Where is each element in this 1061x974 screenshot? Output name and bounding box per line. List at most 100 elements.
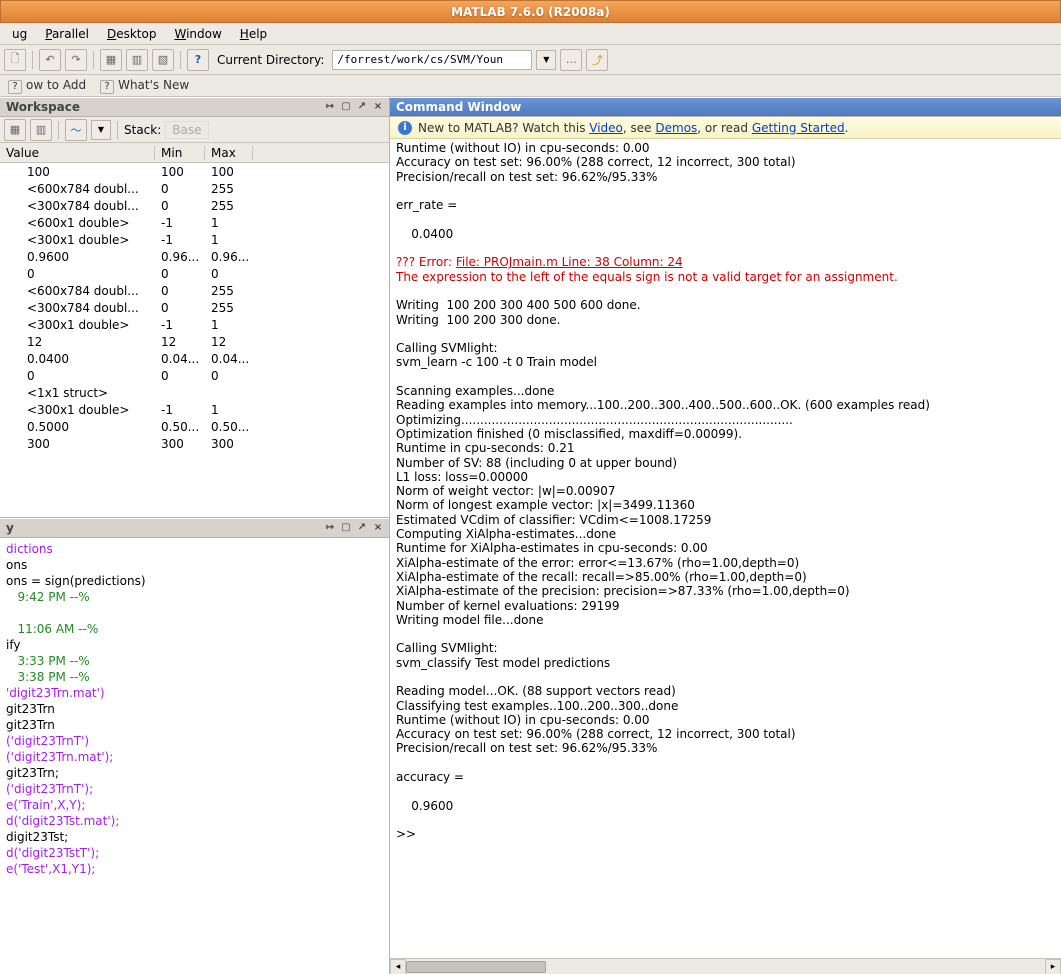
history-line[interactable]: 3:33 PM --% (6, 653, 389, 669)
table-row[interactable]: <300x784 doubl...0255 (0, 299, 389, 316)
getting-started-link[interactable]: Getting Started (752, 121, 845, 135)
horizontal-scrollbar[interactable]: ◂ ▸ (390, 958, 1061, 974)
table-row[interactable]: 300300300 (0, 435, 389, 452)
table-row[interactable]: 000 (0, 367, 389, 384)
workspace-toolbar: ▦ ▥ 〜 ▼ Stack: Base (0, 117, 389, 143)
history-line[interactable]: 'digit23Trn.mat') (6, 685, 389, 701)
table-row[interactable]: <300x1 double>-11 (0, 401, 389, 418)
panel-undock-icon[interactable]: ↦ (323, 521, 337, 535)
help-button[interactable]: ? (187, 49, 209, 71)
history-panel-title[interactable]: y ↦ ▢ ↗ × (0, 518, 389, 538)
history-line[interactable]: 3:38 PM --% (6, 669, 389, 685)
go-up-dir-button[interactable]: ⤴ (586, 49, 608, 71)
table-row[interactable]: <300x784 doubl...0255 (0, 197, 389, 214)
table-row[interactable]: 0.50000.50...0.50... (0, 418, 389, 435)
browse-dir-button[interactable]: … (560, 49, 582, 71)
menubar: ug Parallel Desktop Window Help (0, 23, 1061, 45)
history-line[interactable]: git23Trn; (6, 765, 389, 781)
history-line[interactable]: git23Trn (6, 701, 389, 717)
window-title: MATLAB 7.6.0 (R2008a) (451, 5, 610, 19)
panel-minimize-icon[interactable]: ▢ (339, 100, 353, 114)
new-file-button[interactable]: 🗋 (4, 49, 26, 71)
history-line[interactable]: 11:06 AM --% (6, 621, 389, 637)
history-line[interactable]: dictions (6, 541, 389, 557)
table-row[interactable]: <600x784 doubl...0255 (0, 282, 389, 299)
history-line[interactable] (6, 605, 389, 621)
error-link[interactable]: File: PROJmain.m Line: 38 Column: 24 (456, 255, 683, 269)
history-line[interactable]: 9:42 PM --% (6, 589, 389, 605)
menu-window[interactable]: Window (166, 25, 229, 43)
panel-undock-icon[interactable]: ↦ (323, 100, 337, 114)
table-row[interactable]: 100100100 (0, 163, 389, 180)
plot-button[interactable]: 〜 (65, 119, 87, 141)
main-toolbar: 🗋 ↶ ↷ ▦ ▥ ▧ ? Current Directory: ▼ … ⤴ (0, 45, 1061, 75)
col-max[interactable]: Max (205, 146, 253, 160)
table-row[interactable]: 121212 (0, 333, 389, 350)
info-icon: i (398, 121, 412, 135)
command-history-panel: y ↦ ▢ ↗ × dictionsonsons = sign(predicti… (0, 517, 389, 974)
history-line[interactable]: d('digit23TstT'); (6, 845, 389, 861)
shortcuts-bar: ?ow to Add ?What's New (0, 75, 1061, 97)
history-line[interactable]: ('digit23Trn.mat'); (6, 749, 389, 765)
workspace-table[interactable]: Value Min Max 100100100<600x784 doubl...… (0, 143, 389, 517)
plot-dropdown[interactable]: ▼ (91, 120, 111, 140)
command-window-body[interactable]: Runtime (without IO) in cpu-seconds: 0.0… (390, 139, 1061, 958)
undo-button[interactable]: ↶ (39, 49, 61, 71)
scroll-left-arrow[interactable]: ◂ (390, 959, 406, 974)
stack-value[interactable]: Base (165, 121, 208, 139)
table-row[interactable]: <600x784 doubl...0255 (0, 180, 389, 197)
command-window-title[interactable]: Command Window (390, 97, 1061, 117)
table-row[interactable]: <1x1 struct> (0, 384, 389, 401)
scroll-right-arrow[interactable]: ▸ (1045, 959, 1061, 974)
history-line[interactable]: e('Test',X1,Y1); (6, 861, 389, 877)
history-line[interactable]: ify (6, 637, 389, 653)
stack-label: Stack: (124, 123, 161, 137)
menu-debug[interactable]: ug (4, 25, 35, 43)
redo-button[interactable]: ↷ (65, 49, 87, 71)
workspace-panel: Workspace ↦ ▢ ↗ × ▦ ▥ 〜 ▼ Stack: Base (0, 97, 389, 517)
table-row[interactable]: 0.96000.96...0.96... (0, 248, 389, 265)
table-row[interactable]: 0.04000.04...0.04... (0, 350, 389, 367)
guide-button[interactable]: ▥ (126, 49, 148, 71)
col-value[interactable]: Value (0, 146, 155, 160)
history-line[interactable]: ons = sign(predictions) (6, 573, 389, 589)
video-link[interactable]: Video (589, 121, 623, 135)
current-dir-dropdown[interactable]: ▼ (536, 50, 556, 70)
menu-help[interactable]: Help (232, 25, 275, 43)
table-row[interactable]: <600x1 double>-11 (0, 214, 389, 231)
command-window-infobar: i New to MATLAB? Watch this Video, see D… (390, 117, 1061, 139)
demos-link[interactable]: Demos (655, 121, 697, 135)
separator (180, 51, 181, 69)
workspace-panel-title[interactable]: Workspace ↦ ▢ ↗ × (0, 97, 389, 117)
col-min[interactable]: Min (155, 146, 205, 160)
history-line[interactable]: ('digit23TrnT') (6, 733, 389, 749)
history-body[interactable]: dictionsonsons = sign(predictions) 9:42 … (0, 538, 389, 974)
simulink-button[interactable]: ▦ (100, 49, 122, 71)
panel-close-icon[interactable]: × (371, 521, 385, 535)
table-row[interactable]: <300x1 double>-11 (0, 231, 389, 248)
menu-desktop[interactable]: Desktop (99, 25, 165, 43)
profiler-button[interactable]: ▧ (152, 49, 174, 71)
panel-maximize-icon[interactable]: ↗ (355, 100, 369, 114)
history-line[interactable]: git23Trn (6, 717, 389, 733)
current-dir-label: Current Directory: (213, 53, 328, 67)
new-var-button[interactable]: ▦ (4, 119, 26, 141)
history-line[interactable]: d('digit23Tst.mat'); (6, 813, 389, 829)
panel-close-icon[interactable]: × (371, 100, 385, 114)
table-row[interactable]: 000 (0, 265, 389, 282)
open-var-button[interactable]: ▥ (30, 119, 52, 141)
history-line[interactable]: ons (6, 557, 389, 573)
history-line[interactable]: ('digit23TrnT'); (6, 781, 389, 797)
panel-maximize-icon[interactable]: ↗ (355, 521, 369, 535)
shortcut-whats-new[interactable]: ?What's New (100, 78, 189, 94)
panel-minimize-icon[interactable]: ▢ (339, 521, 353, 535)
current-dir-input[interactable] (332, 50, 532, 70)
history-line[interactable]: digit23Tst; (6, 829, 389, 845)
scroll-thumb[interactable] (406, 961, 546, 973)
history-line[interactable]: e('Train',X,Y); (6, 797, 389, 813)
shortcut-how-to-add[interactable]: ?ow to Add (8, 78, 86, 94)
menu-parallel[interactable]: Parallel (37, 25, 97, 43)
separator (32, 51, 33, 69)
table-row[interactable]: <300x1 double>-11 (0, 316, 389, 333)
separator (93, 51, 94, 69)
